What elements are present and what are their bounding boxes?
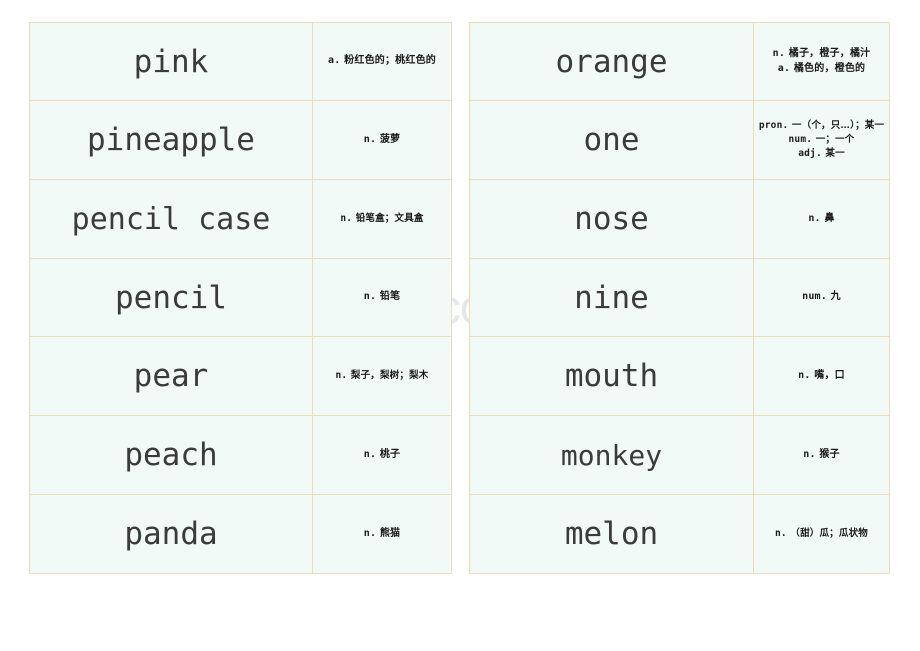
word-cell: orange <box>469 22 754 101</box>
definition-cell: n. 猴子 <box>753 415 890 495</box>
word-cell: melon <box>469 494 754 574</box>
part-of-speech: a. <box>777 62 791 74</box>
definition-cell: num. 九 <box>753 258 890 337</box>
part-of-speech: pron. <box>758 120 789 132</box>
table-row: melon n. （甜）瓜；瓜状物 <box>469 494 890 574</box>
definition-cell: pron. 一（个，只…）；某一 num. 一；一个 adj. 某一 <box>753 100 890 180</box>
word-cell: one <box>469 100 754 180</box>
part-of-speech: n. <box>363 448 377 460</box>
definition-cell: a. 粉红色的；桃红色的 <box>312 22 452 101</box>
part-of-speech: num. <box>788 134 813 146</box>
part-of-speech: n. <box>340 213 353 225</box>
definition-cell: n. 铅笔盒；文具盒 <box>312 179 452 259</box>
table-row: pineapple n. 菠萝 <box>29 100 452 180</box>
definition-cell: n. 橘子，橙子，橘汁 a. 橘色的，橙色的 <box>753 22 890 101</box>
vocabulary-table-left: pink a. 粉红色的；桃红色的 pineapple n. 菠萝 pencil… <box>29 22 452 574</box>
word-cell: peach <box>29 415 313 495</box>
word-cell: pineapple <box>29 100 313 180</box>
vocabulary-table-right: orange n. 橘子，橙子，橘汁 a. 橘色的，橙色的 one pron. 一… <box>469 22 890 574</box>
definition-cell: n. （甜）瓜；瓜状物 <box>753 494 890 574</box>
table-row: panda n. 熊猫 <box>29 494 452 574</box>
part-of-speech: n. <box>798 369 811 381</box>
word-cell: nine <box>469 258 754 337</box>
part-of-speech: n. <box>772 48 786 59</box>
word-cell: panda <box>29 494 313 574</box>
table-row: peach n. 桃子 <box>29 415 452 495</box>
word-cell: pencil <box>29 258 313 337</box>
table-row: orange n. 橘子，橙子，橘汁 a. 橘色的，橙色的 <box>469 22 890 101</box>
word-cell: pear <box>29 336 313 416</box>
table-row: monkey n. 猴子 <box>469 415 890 495</box>
table-row: pencil case n. 铅笔盒；文具盒 <box>29 179 452 259</box>
part-of-speech: n. <box>803 448 816 460</box>
part-of-speech: n. <box>363 527 377 539</box>
definition-cell: n. 嘴，口 <box>753 336 890 416</box>
definition-cell: n. 鼻 <box>753 179 890 259</box>
table-row: nose n. 鼻 <box>469 179 890 259</box>
definition-cell: n. 梨子，梨树；梨木 <box>312 336 452 416</box>
word-cell: mouth <box>469 336 754 416</box>
word-cell: nose <box>469 179 754 259</box>
definition-cell: n. 桃子 <box>312 415 452 495</box>
table-row: pink a. 粉红色的；桃红色的 <box>29 22 452 101</box>
table-row: nine num. 九 <box>469 258 890 337</box>
part-of-speech: n. <box>775 528 787 540</box>
definition-cell: n. 菠萝 <box>312 100 452 180</box>
part-of-speech: n. <box>363 291 377 303</box>
definition-cell: n. 铅笔 <box>312 258 452 337</box>
word-cell: monkey <box>469 415 754 495</box>
definition-cell: n. 熊猫 <box>312 494 452 574</box>
part-of-speech: n. <box>808 212 821 224</box>
table-row: mouth n. 嘴，口 <box>469 336 890 416</box>
part-of-speech: num. <box>802 291 827 303</box>
word-cell: pencil case <box>29 179 313 259</box>
word-cell: pink <box>29 22 313 101</box>
part-of-speech: n. <box>335 370 348 382</box>
table-row: one pron. 一（个，只…）；某一 num. 一；一个 adj. 某一 <box>469 100 890 180</box>
table-row: pencil n. 铅笔 <box>29 258 452 337</box>
part-of-speech: n. <box>363 133 377 145</box>
table-row: pear n. 梨子，梨树；梨木 <box>29 336 452 416</box>
part-of-speech: a. <box>328 55 341 67</box>
part-of-speech: adj. <box>798 147 822 159</box>
